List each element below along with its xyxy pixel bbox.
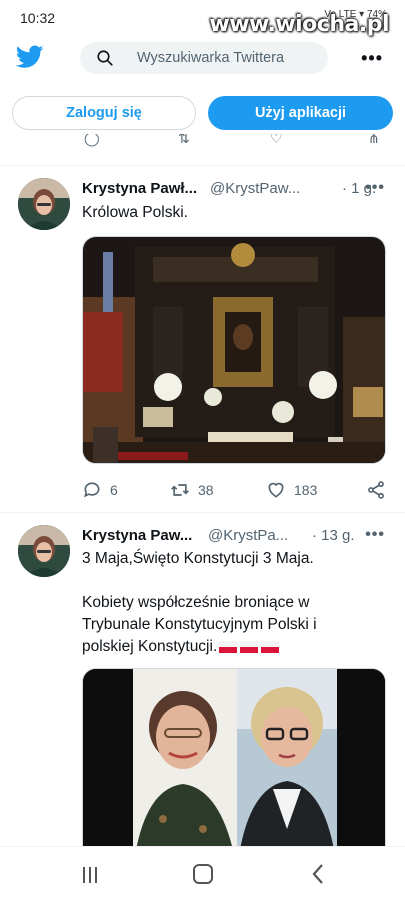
reply-icon[interactable]: ◯ bbox=[84, 134, 100, 147]
twitter-logo-icon[interactable] bbox=[16, 45, 44, 69]
tweet-text-line bbox=[82, 570, 382, 592]
author-name[interactable]: Krystyna Paw... bbox=[82, 527, 192, 544]
share-button[interactable] bbox=[366, 480, 386, 500]
tweet-time[interactable]: · 13 g. bbox=[312, 527, 355, 544]
like-icon[interactable]: ♡ bbox=[270, 134, 283, 147]
like-button[interactable]: 183 bbox=[266, 480, 317, 500]
tweet-text-line: polskiej Konstytucji. bbox=[82, 638, 218, 655]
top-bar: Wyszukiwarka Twittera ••• bbox=[0, 36, 405, 82]
tweet-more-icon[interactable]: ••• bbox=[365, 179, 385, 197]
tweet-actions: 6 38 183 bbox=[82, 480, 392, 500]
author-handle[interactable]: @KrystPaw... bbox=[210, 180, 300, 197]
status-bar: 10:32 Vo LTE ▾ 74% www.wiocha.pl bbox=[0, 0, 405, 37]
search-icon bbox=[97, 50, 113, 66]
previous-tweet-actions: ◯ ⇅ ♡ ⋔ bbox=[0, 134, 405, 148]
polish-flag-icon bbox=[219, 641, 280, 653]
tweet-text-line: Trybunale Konstytucyjnym Polski i bbox=[82, 616, 317, 633]
tweet-text-line: 3 Maja,Święto Konstytucji 3 Maja. bbox=[82, 550, 314, 567]
retweet-icon bbox=[171, 484, 189, 496]
tweet-image[interactable] bbox=[82, 236, 386, 464]
share-icon[interactable]: ⋔ bbox=[368, 134, 380, 147]
android-nav-bar bbox=[0, 846, 405, 900]
back-icon[interactable] bbox=[310, 863, 326, 885]
retweet-icon[interactable]: ⇅ bbox=[178, 134, 190, 147]
tweet-text-line-with-flags: polskiej Konstytucji. bbox=[82, 636, 382, 658]
more-icon[interactable]: ••• bbox=[361, 48, 383, 69]
login-button[interactable]: Zaloguj się bbox=[12, 96, 196, 130]
author-handle[interactable]: @KrystPa... bbox=[208, 527, 288, 544]
reply-icon bbox=[84, 482, 100, 498]
tweet-text-line: Królowa Polski. bbox=[82, 204, 188, 221]
like-icon bbox=[268, 482, 284, 498]
chapel-altar-image bbox=[83, 237, 385, 463]
tweet-image[interactable] bbox=[82, 668, 386, 846]
retweet-count: 38 bbox=[198, 482, 214, 498]
author-name[interactable]: Krystyna Pawł... bbox=[82, 180, 197, 197]
tweet-text: 3 Maja,Święto Konstytucji 3 Maja. Kobiet… bbox=[82, 548, 382, 658]
portraits-image bbox=[83, 669, 385, 846]
avatar[interactable] bbox=[18, 525, 70, 577]
home-button-icon[interactable] bbox=[193, 864, 213, 884]
watermark: www.wiocha.pl bbox=[209, 12, 389, 37]
search-input[interactable]: Wyszukiwarka Twittera bbox=[80, 42, 328, 74]
tweet-more-icon[interactable]: ••• bbox=[365, 526, 385, 544]
recent-apps-icon[interactable] bbox=[80, 865, 100, 885]
retweet-button[interactable]: 38 bbox=[170, 480, 214, 500]
share-icon bbox=[368, 481, 384, 499]
auth-row: Zaloguj się Użyj aplikacji bbox=[0, 96, 405, 132]
avatar[interactable] bbox=[18, 178, 70, 230]
search-placeholder: Wyszukiwarka Twittera bbox=[137, 50, 285, 66]
tweet[interactable]: Krystyna Paw... @KrystPa... · 13 g. ••• … bbox=[0, 513, 405, 846]
reply-count: 6 bbox=[110, 482, 118, 498]
tweet-text-line: Kobiety współcześnie broniące w bbox=[82, 594, 310, 611]
reply-button[interactable]: 6 bbox=[82, 480, 118, 500]
tweet[interactable]: Krystyna Pawł... @KrystPaw... · 1 g. •••… bbox=[0, 166, 405, 512]
like-count: 183 bbox=[294, 482, 318, 498]
tweet-text: Królowa Polski. bbox=[82, 202, 382, 224]
use-app-button[interactable]: Użyj aplikacji bbox=[208, 96, 393, 130]
status-time: 10:32 bbox=[20, 10, 56, 26]
